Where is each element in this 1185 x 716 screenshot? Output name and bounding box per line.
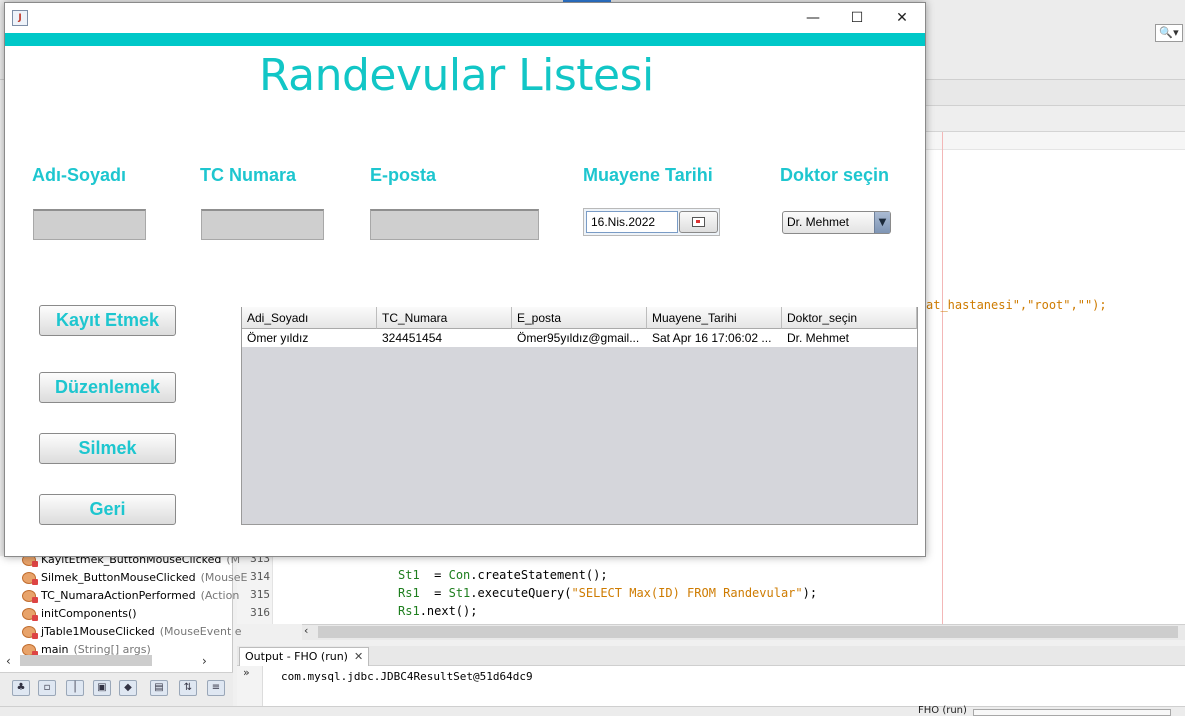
close-button[interactable]: ✕ xyxy=(880,7,924,29)
column-header[interactable]: Doktor_seçin xyxy=(782,307,917,329)
scroll-left-icon[interactable]: ‹ xyxy=(304,624,308,637)
inherited-filter-icon[interactable]: ◆ xyxy=(119,680,137,696)
navigator-item[interactable]: TC_NumaraActionPerformed (Action xyxy=(22,589,240,603)
method-icon xyxy=(22,589,38,603)
edit-button[interactable]: Düzenlemek xyxy=(39,372,176,403)
line-number: 316 xyxy=(250,606,270,619)
static-filter-icon[interactable]: │ xyxy=(66,680,84,696)
save-button[interactable]: Kayıt Etmek xyxy=(39,305,176,336)
minimize-button[interactable]: — xyxy=(791,7,835,29)
name-label: Adı-Soyadı xyxy=(32,165,127,185)
navigator-scroll-thumb[interactable] xyxy=(20,655,152,666)
table-cell: Dr. Mehmet xyxy=(787,331,850,345)
column-header[interactable]: TC_Numara xyxy=(377,307,512,329)
line-number: 315 xyxy=(250,588,270,601)
status-project: FHO (run) xyxy=(918,705,967,716)
navigator-item-label: jTable1MouseClicked xyxy=(41,625,155,638)
header-band xyxy=(5,33,925,46)
output-tabbar xyxy=(237,646,1185,666)
name-field[interactable] xyxy=(33,209,146,240)
navigator-item-label: initComponents() xyxy=(41,607,137,620)
maximize-button[interactable]: ☐ xyxy=(835,7,879,29)
members-icon[interactable]: ♣ xyxy=(12,680,30,696)
close-icon[interactable]: ✕ xyxy=(354,650,363,663)
app-window: J — ☐ ✕ Randevular Listesi Adı-Soyadı TC… xyxy=(4,2,926,557)
table-cell: 324451454 xyxy=(382,331,443,345)
code-fragment-text: at_hastanesi","root",""); xyxy=(926,298,1107,312)
code-fragment: at_hastanesi","root",""); xyxy=(926,298,1107,312)
code-object: Con xyxy=(448,568,471,582)
code-operator: = xyxy=(419,568,449,582)
table-cell: Sat Apr 16 17:06:02 ... xyxy=(652,331,772,345)
editor-ruler xyxy=(925,132,1185,150)
navigator-item-param: (MouseE xyxy=(200,571,248,584)
sort-by-name-icon[interactable]: ⇅ xyxy=(179,680,197,696)
field-filter-icon[interactable]: ▫ xyxy=(38,680,56,696)
code-variable: St1 xyxy=(398,568,420,582)
lock-icon[interactable]: ▣ xyxy=(93,680,111,696)
tc-label: TC Numara xyxy=(200,165,297,185)
code-object: St1 xyxy=(448,586,471,600)
output-text: com.mysql.jdbc.JDBC4ResultSet@51d64dc9 xyxy=(281,670,533,683)
title-bar[interactable] xyxy=(5,3,925,33)
tab-output[interactable]: Output - FHO (run) ✕ xyxy=(239,647,370,666)
doctor-select-value: Dr. Mehmet xyxy=(787,215,850,229)
column-header[interactable]: E_posta xyxy=(512,307,647,329)
fqn-icon[interactable]: ▤ xyxy=(150,680,168,696)
editor-margin-line xyxy=(942,132,943,624)
code-line: Rs1.next(); xyxy=(398,604,477,618)
editor-scroll-thumb[interactable] xyxy=(318,626,1178,638)
table-cell: Ömer95yıldız@gmail... xyxy=(517,331,640,345)
code-line: St1 = Con.createStatement(); xyxy=(398,568,608,582)
java-icon: J xyxy=(12,10,28,26)
back-button[interactable]: Geri xyxy=(39,494,176,525)
sort-by-source-icon[interactable]: ≡ xyxy=(207,680,225,696)
search-icon[interactable]: 🔍▾ xyxy=(1155,24,1183,42)
code-variable: Rs1 xyxy=(398,604,420,618)
output-rerun-icon[interactable]: » xyxy=(237,666,263,706)
calendar-icon xyxy=(692,217,705,227)
page-title: Randevular Listesi xyxy=(259,50,654,101)
method-icon xyxy=(22,571,38,585)
navigator-item-param: (Action xyxy=(200,589,240,602)
code-line: Rs1 = St1.executeQuery("SELECT Max(ID) F… xyxy=(398,586,817,600)
code-variable: Rs1 xyxy=(398,586,420,600)
tc-field[interactable] xyxy=(201,209,324,240)
chevron-down-icon[interactable]: ▼ xyxy=(874,212,890,233)
tab-output-label: Output - FHO (run) xyxy=(245,650,348,663)
column-header[interactable]: Adi_Soyadı xyxy=(242,307,377,329)
code-call: .executeQuery( xyxy=(470,586,572,600)
doctor-label: Doktor seçin xyxy=(780,165,890,185)
line-number: 314 xyxy=(250,570,270,583)
ide-editor-toolbar xyxy=(925,106,1185,132)
email-label: E-posta xyxy=(370,165,437,185)
date-label: Muayene Tarihi xyxy=(583,165,713,185)
progress-bar xyxy=(973,709,1171,716)
code-call: .next(); xyxy=(419,604,478,618)
code-operator: = xyxy=(419,586,449,600)
delete-button[interactable]: Silmek xyxy=(39,433,176,464)
method-icon xyxy=(22,607,38,621)
column-header[interactable]: Muayene_Tarihi xyxy=(647,307,782,329)
code-string: "SELECT Max(ID) FROM Randevular" xyxy=(571,586,803,600)
date-field[interactable]: 16.Nis.2022 xyxy=(586,211,678,233)
table-cell: Ömer yıldız xyxy=(247,331,309,345)
ide-secondary-toolbar xyxy=(925,80,1185,106)
method-icon xyxy=(22,625,38,639)
navigator-item-label: TC_NumaraActionPerformed xyxy=(41,589,196,602)
code-call: .createStatement(); xyxy=(470,568,608,582)
navigator-item[interactable]: initComponents() xyxy=(22,607,142,621)
navigator-item[interactable]: jTable1MouseClicked (MouseEvent e xyxy=(22,625,242,639)
navigator-item-param: (MouseEvent e xyxy=(159,625,242,638)
code-tail: ); xyxy=(802,586,818,600)
email-field[interactable] xyxy=(370,209,539,240)
navigator-item[interactable]: Silmek_ButtonMouseClicked (MouseE xyxy=(22,571,248,585)
navigator-item-label: Silmek_ButtonMouseClicked xyxy=(41,571,196,584)
